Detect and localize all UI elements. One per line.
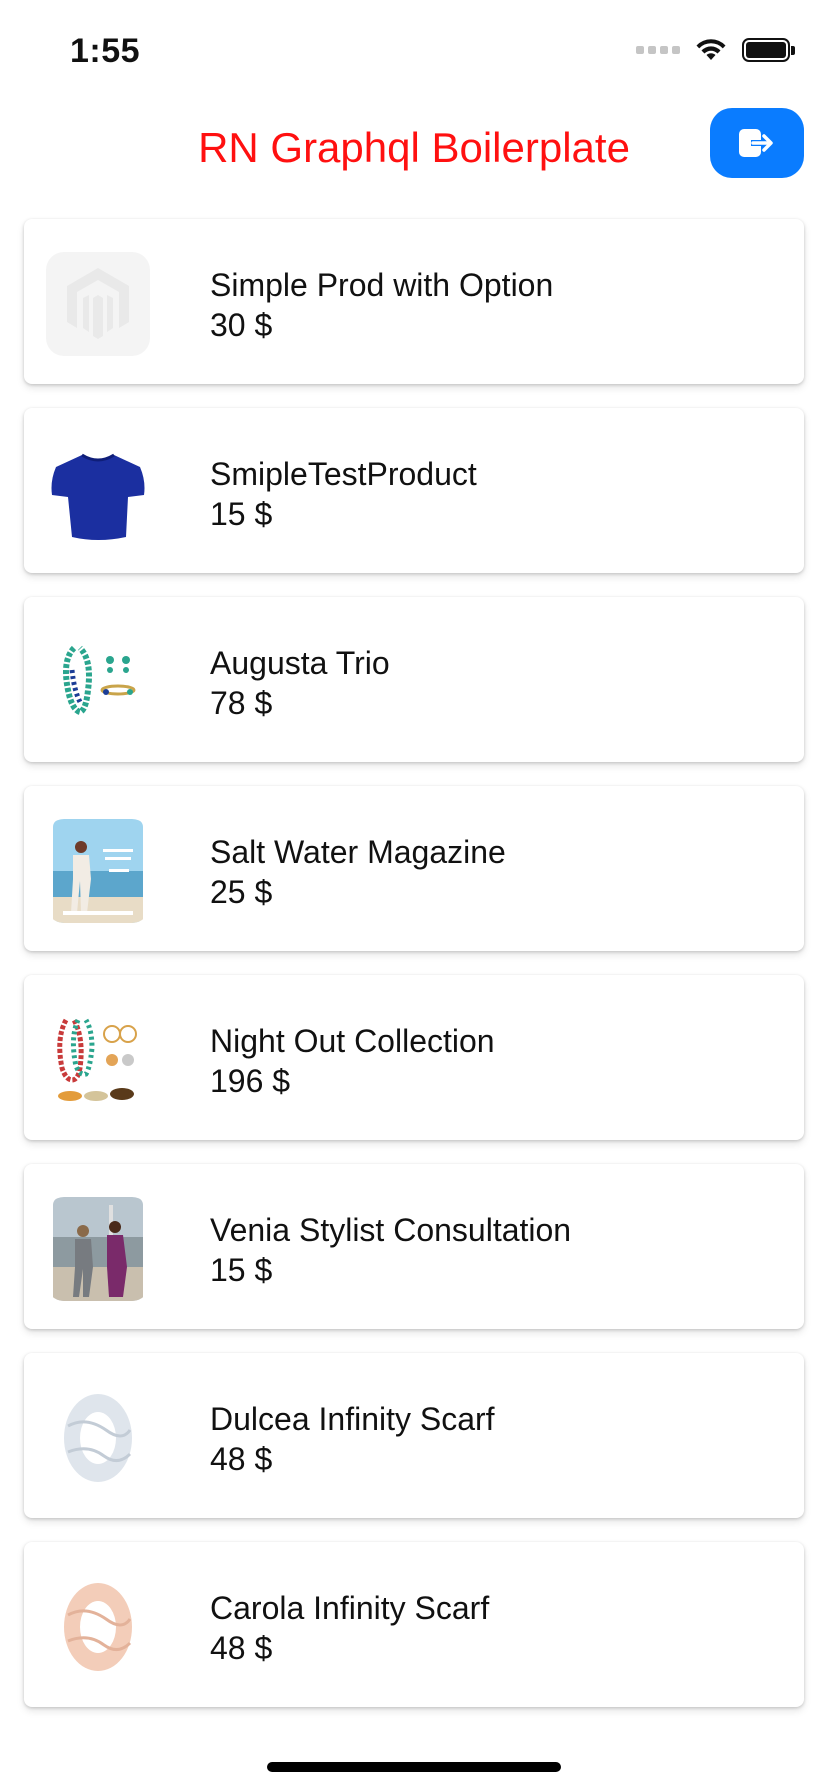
- cellular-signal-icon: [636, 46, 680, 54]
- battery-icon: [742, 38, 795, 62]
- jewelry-set-image: [46, 630, 150, 734]
- product-card[interactable]: SmipleTestProduct 15 $: [24, 408, 804, 573]
- product-card[interactable]: Night Out Collection 196 $: [24, 975, 804, 1140]
- jewelry-collection-image: [46, 1008, 150, 1112]
- product-name: Venia Stylist Consultation: [210, 1212, 572, 1248]
- product-price: 25 $: [210, 874, 273, 910]
- product-card[interactable]: Salt Water Magazine 25 $: [24, 786, 804, 951]
- product-name: Augusta Trio: [210, 645, 390, 681]
- beach-photo-image: [46, 1197, 150, 1301]
- blue-tshirt-image: [46, 441, 150, 545]
- product-card[interactable]: Augusta Trio 78 $: [24, 597, 804, 762]
- logout-icon: [739, 129, 773, 157]
- product-name: Carola Infinity Scarf: [210, 1590, 490, 1626]
- product-name: Night Out Collection: [210, 1023, 495, 1059]
- status-icons: [636, 36, 795, 64]
- status-time: 1:55: [70, 32, 141, 70]
- peach-scarf-image: [46, 1575, 150, 1679]
- product-price: 48 $: [210, 1441, 273, 1477]
- product-price: 15 $: [210, 496, 273, 532]
- product-price: 30 $: [210, 307, 273, 343]
- app-header: RN Graphql Boilerplate: [0, 100, 828, 200]
- product-price: 78 $: [210, 685, 273, 721]
- home-indicator[interactable]: [267, 1762, 561, 1772]
- product-card[interactable]: Dulcea Infinity Scarf 48 $: [24, 1353, 804, 1518]
- product-name: Dulcea Infinity Scarf: [210, 1401, 495, 1437]
- product-name: SmipleTestProduct: [210, 456, 477, 492]
- magazine-cover-image: [46, 819, 150, 923]
- product-card[interactable]: Simple Prod with Option 30 $: [24, 219, 804, 384]
- wifi-icon: [696, 39, 726, 60]
- product-card[interactable]: Venia Stylist Consultation 15 $: [24, 1164, 804, 1329]
- magento-placeholder-icon: [46, 252, 150, 356]
- product-price: 48 $: [210, 1630, 273, 1666]
- logout-button[interactable]: [710, 108, 804, 178]
- page-title: RN Graphql Boilerplate: [198, 124, 630, 171]
- product-price: 196 $: [210, 1063, 291, 1099]
- product-name: Simple Prod with Option: [210, 267, 554, 303]
- product-price: 15 $: [210, 1252, 273, 1288]
- product-name: Salt Water Magazine: [210, 834, 506, 870]
- grey-scarf-image: [46, 1386, 150, 1490]
- product-list: Simple Prod with Option 30 $ SmipleTestP…: [24, 219, 804, 1731]
- status-bar: 1:55: [0, 0, 828, 100]
- product-card[interactable]: Carola Infinity Scarf 48 $: [24, 1542, 804, 1707]
